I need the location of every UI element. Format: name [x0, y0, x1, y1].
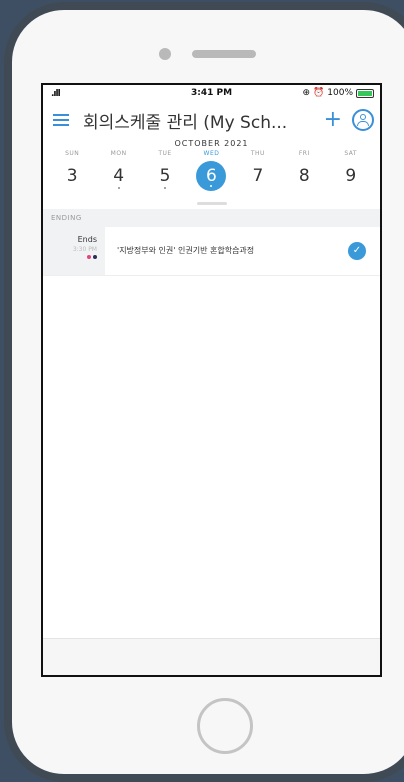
add-icon[interactable]: +: [324, 109, 342, 131]
page-title: 회의스케줄 관리 (My Sch...: [83, 112, 288, 133]
event-dot: [117, 187, 120, 189]
day-fri[interactable]: FRI 8: [284, 148, 324, 200]
speaker-grille: [192, 50, 256, 58]
front-camera: [159, 48, 171, 60]
home-button[interactable]: [197, 698, 253, 754]
app-header: 회의스케줄 관리 (My Sch... +: [43, 103, 380, 137]
lock-icon: ⏰: [313, 88, 325, 98]
day-sat[interactable]: SAT 9: [331, 148, 371, 200]
status-bar: .ıll 3:41 PM ⊕ ⏰ 100%: [43, 85, 380, 103]
week-strip: SUN 3 MON 4 TUE 5 WED 6 THU 7 FRI 8 SAT 9: [43, 148, 380, 200]
profile-icon[interactable]: [352, 109, 374, 131]
day-sun[interactable]: SUN 3: [52, 148, 92, 200]
app-screen: .ıll 3:41 PM ⊕ ⏰ 100% 회의스케줄 관리 (My Sch..…: [41, 83, 382, 677]
battery-percent: 100%: [327, 88, 353, 98]
day-wed-selected[interactable]: WED 6: [191, 148, 231, 200]
attendee-dots: [43, 255, 97, 259]
event-time: Ends 3:30 PM: [43, 227, 105, 275]
event-row[interactable]: Ends 3:30 PM '지방정부와 인권' 인권기반 혼합학습과정 ✓: [43, 227, 380, 276]
menu-icon[interactable]: [53, 114, 69, 126]
section-header-ending: ENDING: [43, 209, 380, 227]
bottom-bar: [43, 638, 380, 675]
day-thu[interactable]: THU 7: [238, 148, 278, 200]
event-title: '지방정부와 인권' 인권기반 혼합학습과정: [117, 246, 255, 255]
calendar-drag-handle[interactable]: [196, 202, 227, 205]
color-dot: [93, 255, 97, 259]
battery-icon: [356, 88, 374, 98]
checkmark-icon[interactable]: ✓: [348, 242, 366, 260]
color-dot: [87, 255, 91, 259]
month-label: OCTOBER 2021: [174, 139, 249, 148]
alarm-icon: ⊕: [302, 88, 311, 98]
day-mon[interactable]: MON 4: [99, 148, 139, 200]
day-tue[interactable]: TUE 5: [145, 148, 185, 200]
